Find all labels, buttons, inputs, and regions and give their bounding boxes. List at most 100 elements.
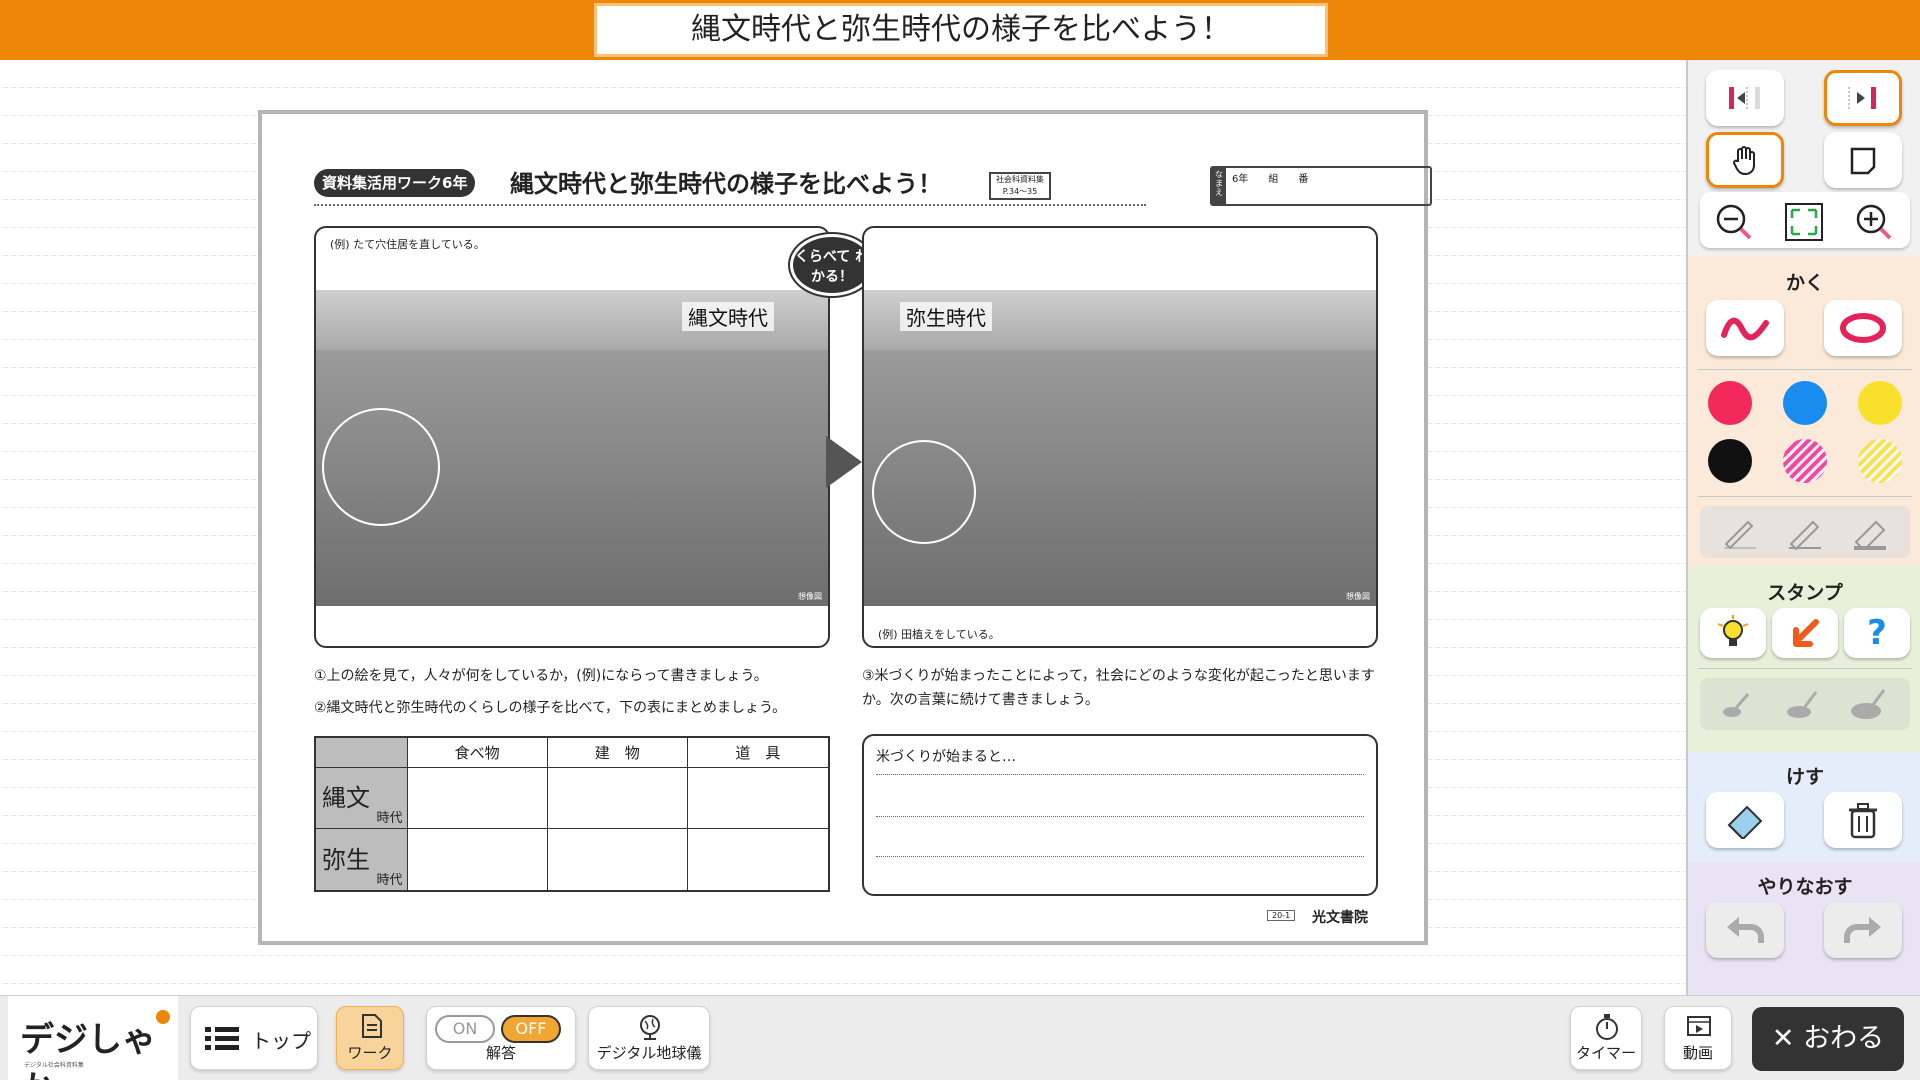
- question-2: ②縄文時代と弥生時代のくらしの様子を比べて，下の表にまとめましょう。: [314, 700, 787, 716]
- answer-line: [876, 816, 1364, 817]
- color-yellow[interactable]: [1858, 381, 1902, 425]
- column-header: 道 具: [686, 736, 830, 768]
- ellipse-pen-button[interactable]: [1824, 300, 1902, 356]
- work-button-label: ワーク: [347, 1044, 393, 1062]
- column-header: 建 物: [546, 736, 688, 768]
- top-button-label: トップ: [251, 1029, 311, 1053]
- jomon-panel: (例) たて穴住居を直している。 縄文時代 想像図: [314, 226, 830, 648]
- jomon-illustration: 縄文時代 想像図: [316, 290, 828, 606]
- shrink-width-button[interactable]: [1706, 70, 1784, 126]
- answer-prompt: 米づくりが始まると…: [876, 749, 1016, 765]
- stamp-arrow-button[interactable]: [1772, 608, 1838, 658]
- zoom-out-icon[interactable]: [1714, 202, 1754, 242]
- name-fields: 6年 組 番: [1232, 174, 1309, 185]
- stamp-question-button[interactable]: ?: [1844, 608, 1910, 658]
- table-cell[interactable]: [406, 828, 548, 892]
- jomon-example: (例) たて穴住居を直している。: [330, 238, 485, 251]
- pen-thick-icon[interactable]: [1850, 514, 1890, 550]
- timer-button[interactable]: タイマー: [1570, 1006, 1642, 1070]
- publisher: 光文書院: [1312, 910, 1368, 926]
- globe-icon: [640, 1015, 660, 1040]
- table-cell[interactable]: [546, 766, 688, 829]
- row-header-sub: 時代: [376, 811, 403, 826]
- color-yellow-marker[interactable]: [1858, 439, 1902, 483]
- stamp-small-icon[interactable]: [1718, 686, 1758, 722]
- digital-globe-label: デジタル地球儀: [596, 1044, 702, 1062]
- app-logo: デジしゃか デジタル社会科資料集: [8, 996, 178, 1080]
- zoom-in-icon[interactable]: [1854, 202, 1894, 242]
- jomon-era-label: 縄文時代: [682, 302, 774, 331]
- expand-width-icon: [1848, 87, 1876, 109]
- yayoi-example: (例) 田植えをしている。: [878, 628, 1000, 641]
- stamp-section-label: スタンプ: [1767, 582, 1843, 604]
- erase-section-label: けす: [1785, 766, 1824, 788]
- color-blue[interactable]: [1783, 381, 1827, 425]
- lightbulb-icon: [1717, 615, 1749, 646]
- answer-line: [876, 856, 1364, 857]
- fit-screen-icon[interactable]: [1784, 202, 1824, 242]
- eraser-icon: [1727, 805, 1763, 839]
- video-icon: [1687, 1016, 1711, 1036]
- stamp-large-icon[interactable]: [1850, 686, 1890, 722]
- eraser-button[interactable]: [1706, 792, 1784, 848]
- table-cell[interactable]: [686, 828, 830, 892]
- title-bar: 縄文時代と弥生時代の様子を比べよう！: [0, 0, 1920, 60]
- view-tools: [1688, 60, 1920, 256]
- table-row: 縄文 時代: [314, 766, 830, 829]
- page-icon: [1850, 147, 1876, 175]
- divider: [1698, 668, 1912, 669]
- arrow-icon: [826, 436, 862, 488]
- toggle-off[interactable]: OFF: [501, 1015, 561, 1043]
- freehand-pen-button[interactable]: [1706, 300, 1784, 356]
- video-button[interactable]: 動画: [1664, 1006, 1732, 1070]
- redo-button[interactable]: [1824, 902, 1902, 958]
- pen-width-group: [1700, 506, 1910, 558]
- clear-all-button[interactable]: [1824, 792, 1902, 848]
- worksheet[interactable]: 資料集活用ワーク6年 縄文時代と弥生時代の様子を比べよう！ 社会科資料集 P.3…: [258, 110, 1432, 945]
- table-cell[interactable]: [406, 766, 548, 829]
- stamp-idea-button[interactable]: [1700, 608, 1766, 658]
- close-button[interactable]: ✕ おわる: [1752, 1007, 1904, 1071]
- redo-icon: [1844, 917, 1881, 943]
- undo-button[interactable]: [1706, 902, 1784, 958]
- name-label: なまえ: [1212, 168, 1226, 204]
- work-button[interactable]: ワーク: [336, 1006, 404, 1070]
- question-icon: ?: [1867, 613, 1887, 653]
- digital-globe-button[interactable]: デジタル地球儀: [588, 1006, 710, 1070]
- header-divider: [314, 204, 1146, 206]
- answer-switch[interactable]: ON OFF: [435, 1015, 569, 1043]
- color-black[interactable]: [1708, 439, 1752, 483]
- answer-box[interactable]: 米づくりが始まると…: [862, 734, 1378, 896]
- table-cell[interactable]: [546, 828, 688, 892]
- hand-icon: [1733, 146, 1755, 176]
- list-icon: [205, 1027, 239, 1050]
- pen-thin-icon[interactable]: [1720, 514, 1760, 550]
- stopwatch-icon: [1596, 1014, 1618, 1040]
- expand-width-button[interactable]: [1824, 70, 1902, 126]
- page-tool-button[interactable]: [1824, 132, 1902, 188]
- page-code: 20-1: [1267, 910, 1296, 921]
- yayoi-era-label: 弥生時代: [900, 302, 992, 331]
- erase-section: けす: [1688, 752, 1920, 862]
- tool-sidebar: かく スタンプ ? けす やりなおす: [1686, 60, 1920, 995]
- name-box: なまえ 6年 組 番: [1210, 166, 1432, 206]
- table-cell[interactable]: [686, 766, 830, 829]
- row-header-yayoi: 弥生 時代: [314, 828, 408, 892]
- document-icon: [362, 1014, 382, 1038]
- hand-tool-button[interactable]: [1706, 132, 1784, 188]
- row-header-sub: 時代: [376, 873, 403, 888]
- color-pink-marker[interactable]: [1783, 439, 1827, 483]
- answer-toggle[interactable]: ON OFF 解答: [426, 1006, 576, 1070]
- worksheet-header: 資料集活用ワーク6年 縄文時代と弥生時代の様子を比べよう！ 社会科資料集 P.3…: [314, 164, 1432, 206]
- illustration-mark: 想像図: [1346, 592, 1370, 601]
- stamp-medium-icon[interactable]: [1784, 686, 1824, 722]
- color-red[interactable]: [1708, 381, 1752, 425]
- toggle-on[interactable]: ON: [435, 1015, 495, 1043]
- table-row: 弥生 時代: [314, 828, 830, 892]
- highlight-circle: [322, 408, 440, 526]
- answer-toggle-label: 解答: [485, 1044, 516, 1062]
- shrink-width-icon: [1729, 87, 1760, 109]
- pen-medium-icon[interactable]: [1785, 514, 1825, 550]
- top-button[interactable]: トップ: [190, 1006, 318, 1070]
- yayoi-panel: 弥生時代 想像図 (例) 田植えをしている。: [862, 226, 1378, 648]
